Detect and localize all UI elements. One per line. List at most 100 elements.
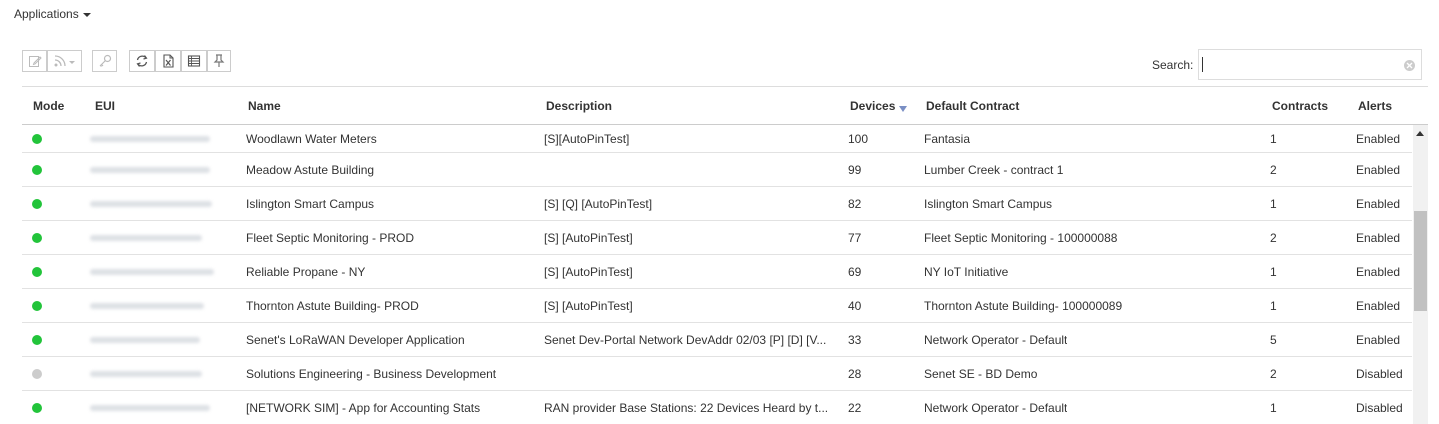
column-header-contracts[interactable]: Contracts xyxy=(1272,99,1328,113)
table-row[interactable]: Woodlawn Water Meters [S][AutoPinTest] 100… xyxy=(22,125,1412,153)
cell-devices: 22 xyxy=(848,400,862,415)
cell-alerts: Disabled xyxy=(1356,400,1403,415)
cell-devices: 77 xyxy=(848,230,862,245)
eui-redacted xyxy=(90,166,210,173)
column-header-mode[interactable]: Mode xyxy=(33,99,64,113)
pin-button[interactable] xyxy=(207,50,231,72)
cell-name[interactable]: Reliable Propane - NY xyxy=(246,265,365,279)
cell-contracts: 2 xyxy=(1270,162,1277,177)
eui-redacted xyxy=(90,370,202,377)
cell-devices: 82 xyxy=(848,196,862,211)
status-dot-icon xyxy=(32,402,42,413)
cell-devices: 69 xyxy=(848,264,862,279)
pin-icon xyxy=(213,54,225,67)
cell-name[interactable]: Islington Smart Campus xyxy=(246,197,374,211)
cell-name[interactable]: [NETWORK SIM] - App for Accounting Stats xyxy=(246,401,480,415)
cell-contracts: 1 xyxy=(1270,196,1277,211)
edit-button[interactable] xyxy=(22,50,47,72)
column-header-alerts[interactable]: Alerts xyxy=(1358,99,1392,113)
key-button[interactable] xyxy=(92,50,117,72)
export-excel-button[interactable] xyxy=(155,50,181,72)
status-dot-icon xyxy=(32,133,42,144)
status-dot-icon xyxy=(32,164,42,175)
cell-contracts: 5 xyxy=(1270,332,1277,347)
status-dot-icon xyxy=(32,368,42,379)
cell-name[interactable]: Solutions Engineering - Business Develop… xyxy=(246,367,496,381)
table-row[interactable]: [NETWORK SIM] - App for Accounting Stats… xyxy=(22,391,1412,424)
clear-search-icon[interactable] xyxy=(1404,60,1415,71)
status-dot-icon xyxy=(32,266,42,277)
cell-contracts: 2 xyxy=(1270,366,1277,381)
cell-contracts: 1 xyxy=(1270,131,1277,146)
text-cursor xyxy=(1202,57,1203,72)
eui-redacted xyxy=(90,302,204,309)
table-row[interactable]: Solutions Engineering - Business Develop… xyxy=(22,357,1412,391)
cell-description: RAN provider Base Stations: 22 Devices H… xyxy=(544,400,829,415)
cell-default-contract: Thornton Astute Building- 100000089 xyxy=(924,298,1123,313)
column-header-eui[interactable]: EUI xyxy=(95,99,115,113)
cell-name[interactable]: Senet's LoRaWAN Developer Application xyxy=(246,333,465,347)
cell-description: [S] [AutoPinTest] xyxy=(544,264,633,279)
cell-alerts: Enabled xyxy=(1356,332,1401,347)
cell-alerts: Enabled xyxy=(1356,264,1401,279)
cell-contracts: 1 xyxy=(1270,400,1277,415)
column-header-devices[interactable]: Devices xyxy=(850,99,895,113)
table-header: Mode EUI Name Description Devices Defaul… xyxy=(22,87,1428,125)
scrollbar-thumb[interactable] xyxy=(1414,211,1427,311)
rss-feed-button[interactable] xyxy=(47,50,82,72)
cell-devices: 100 xyxy=(848,131,869,146)
cell-name[interactable]: Meadow Astute Building xyxy=(246,163,374,177)
cell-description: Senet Dev-Portal Network DevAddr 02/03 [… xyxy=(544,332,827,347)
refresh-button[interactable] xyxy=(129,50,155,72)
search-input[interactable] xyxy=(1198,49,1422,80)
cell-contracts: 1 xyxy=(1270,298,1277,313)
eui-redacted xyxy=(90,234,202,241)
refresh-icon xyxy=(136,55,148,67)
eui-redacted xyxy=(90,336,200,343)
status-dot-icon xyxy=(32,334,42,345)
table-row[interactable]: Islington Smart Campus [S] [Q] [AutoPinTe… xyxy=(22,187,1412,221)
column-header-description[interactable]: Description xyxy=(546,99,612,113)
cell-alerts: Enabled xyxy=(1356,131,1401,146)
column-header-name[interactable]: Name xyxy=(248,99,281,113)
columns-icon xyxy=(187,55,201,67)
sort-descending-icon[interactable] xyxy=(899,106,907,112)
cell-name[interactable]: Woodlawn Water Meters xyxy=(246,132,377,146)
table-body: Woodlawn Water Meters [S][AutoPinTest] 100… xyxy=(22,125,1412,424)
cell-name[interactable]: Fleet Septic Monitoring - PROD xyxy=(246,231,414,245)
caret-down-icon xyxy=(82,13,91,17)
status-dot-icon xyxy=(32,198,42,209)
eui-redacted xyxy=(90,135,210,142)
key-icon xyxy=(99,54,111,67)
cell-default-contract: Fantasia xyxy=(924,131,971,146)
scroll-up-arrow-icon[interactable] xyxy=(1416,131,1424,136)
vertical-scrollbar[interactable] xyxy=(1413,125,1428,424)
table-row[interactable]: Thornton Astute Building- PROD [S] [AutoP… xyxy=(22,289,1412,323)
cell-alerts: Enabled xyxy=(1356,162,1401,177)
search-label: Search: xyxy=(1152,58,1194,72)
cell-default-contract: Fleet Septic Monitoring - 100000088 xyxy=(924,230,1118,245)
cell-alerts: Enabled xyxy=(1356,298,1401,313)
cell-name[interactable]: Thornton Astute Building- PROD xyxy=(246,299,419,313)
cell-contracts: 2 xyxy=(1270,230,1277,245)
cell-default-contract: Network Operator - Default xyxy=(924,332,1068,347)
cell-default-contract: Senet SE - BD Demo xyxy=(924,366,1038,381)
cell-alerts: Enabled xyxy=(1356,196,1401,211)
eui-redacted xyxy=(90,200,212,207)
cell-devices: 33 xyxy=(848,332,862,347)
table-row[interactable]: Meadow Astute Building 99 Lumber Creek - c… xyxy=(22,153,1412,187)
cell-default-contract: NY IoT Initiative xyxy=(924,264,1009,279)
table-row[interactable]: Reliable Propane - NY [S] [AutoPinTest] 69… xyxy=(22,255,1412,289)
applications-table: Mode EUI Name Description Devices Defaul… xyxy=(22,86,1428,424)
cell-description: [S] [Q] [AutoPinTest] xyxy=(544,196,653,211)
applications-menu[interactable]: Applications xyxy=(14,7,91,21)
cell-alerts: Enabled xyxy=(1356,230,1401,245)
table-row[interactable]: Fleet Septic Monitoring - PROD [S] [AutoP… xyxy=(22,221,1412,255)
table-row[interactable]: Senet's LoRaWAN Developer Application Sen… xyxy=(22,323,1412,357)
column-header-default-contract[interactable]: Default Contract xyxy=(926,99,1019,113)
columns-button[interactable] xyxy=(181,50,207,72)
cell-contracts: 1 xyxy=(1270,264,1277,279)
cell-default-contract: Islington Smart Campus xyxy=(924,196,1053,211)
cell-devices: 99 xyxy=(848,162,862,177)
status-dot-icon xyxy=(32,232,42,243)
